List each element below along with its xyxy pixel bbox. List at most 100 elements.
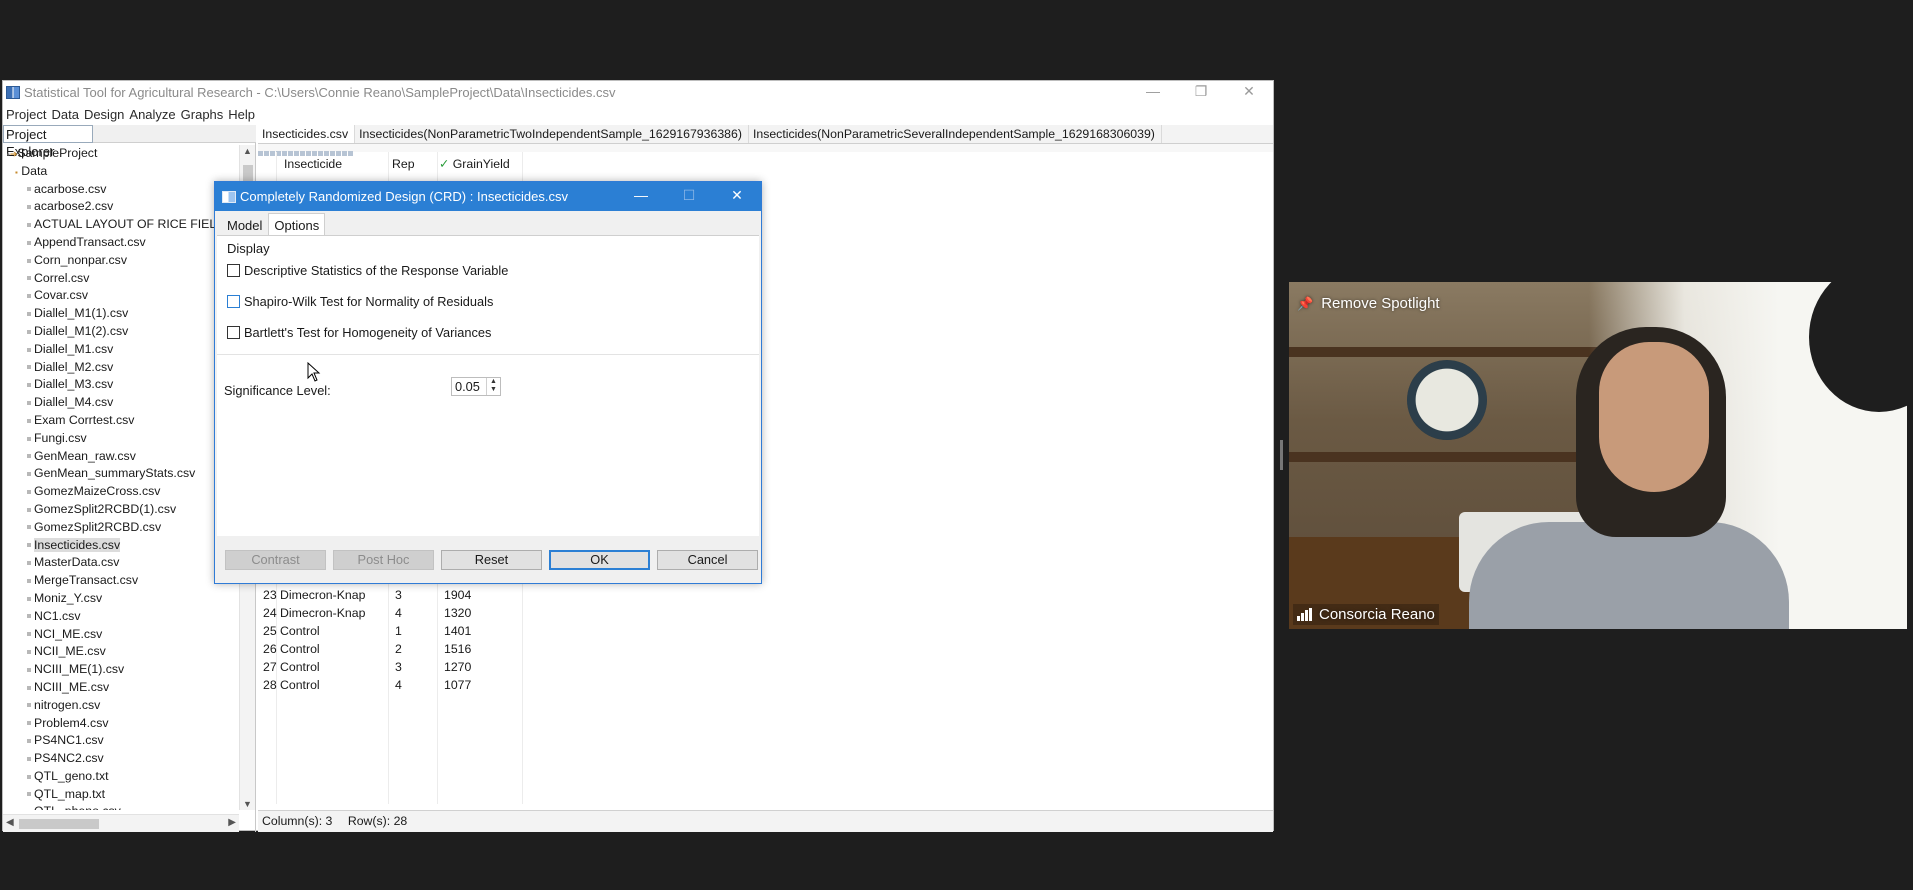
tree-file-item[interactable]: GomezSplit2RCBD.csv	[3, 519, 239, 537]
close-button[interactable]: ✕	[1225, 81, 1273, 103]
column-header-rep[interactable]: Rep	[388, 154, 437, 174]
cell-grainyield[interactable]: 1270	[440, 658, 520, 676]
tree-file-item[interactable]: GomezSplit2RCBD(1).csv	[3, 501, 239, 519]
reset-button[interactable]: Reset	[441, 550, 542, 570]
bartlett-checkbox[interactable]	[227, 326, 240, 339]
bartlett-option[interactable]: Bartlett's Test for Homogeneity of Varia…	[227, 325, 491, 340]
row-number[interactable]: 26	[258, 640, 277, 658]
table-row[interactable]: 25 Control 1 1401	[258, 622, 520, 640]
remove-spotlight-button[interactable]: 📌 Remove Spotlight	[1297, 295, 1440, 312]
tree-file-item[interactable]: NCI_ME.csv	[3, 626, 239, 644]
dialog-close-button[interactable]: ✕	[713, 182, 761, 211]
cell-insecticide[interactable]: Control	[276, 640, 391, 658]
tree-file-item[interactable]: QTL_pheno.csv	[3, 803, 239, 810]
tree-horizontal-scrollbar[interactable]: ◀ ▶	[3, 814, 239, 832]
scroll-left-icon[interactable]: ◀	[6, 817, 14, 828]
tab-nonparametric-several[interactable]: Insecticides(NonParametricSeveralIndepen…	[749, 125, 1162, 143]
tree-file-item[interactable]: GomezMaizeCross.csv	[3, 483, 239, 501]
video-tile[interactable]: 📌 Remove Spotlight Consorcia Reano	[1289, 282, 1907, 629]
tree-folder-data[interactable]: ▪ Data	[3, 163, 239, 181]
cell-insecticide[interactable]: Control	[276, 658, 391, 676]
tree-file-item[interactable]: Fungi.csv	[3, 430, 239, 448]
project-explorer-tab[interactable]: Project Explorer	[3, 125, 93, 159]
cell-rep[interactable]: 2	[391, 640, 440, 658]
tree-file-item[interactable]: Moniz_Y.csv	[3, 590, 239, 608]
cell-grainyield[interactable]: 1320	[440, 604, 520, 622]
tree-file-item[interactable]: NCIII_ME.csv	[3, 679, 239, 697]
dialog-titlebar[interactable]: Completely Randomized Design (CRD) : Ins…	[215, 182, 761, 211]
shapiro-wilk-checkbox[interactable]	[227, 295, 240, 308]
column-header-grainyield[interactable]: ✓ GrainYield	[437, 154, 522, 174]
row-number[interactable]: 24	[258, 604, 277, 622]
menu-analyze[interactable]: Analyze	[129, 107, 175, 122]
tree-file-item[interactable]: PS4NC2.csv	[3, 750, 239, 768]
menu-design[interactable]: Design	[84, 107, 124, 122]
tree-file-item[interactable]: acarbose.csv	[3, 181, 239, 199]
spinner-up-icon[interactable]: ▲	[490, 378, 497, 385]
table-row[interactable]: 24 Dimecron-Knap 4 1320	[258, 604, 520, 622]
spinner-arrows[interactable]: ▲ ▼	[486, 378, 500, 395]
ok-button[interactable]: OK	[549, 550, 650, 570]
cell-insecticide[interactable]: Dimecron-Knap	[276, 586, 391, 604]
cell-rep[interactable]: 1	[391, 622, 440, 640]
tree-root[interactable]: ▪➔SampleProject	[3, 145, 239, 163]
cancel-button[interactable]: Cancel	[657, 550, 758, 570]
tree-file-item[interactable]: MasterData.csv	[3, 554, 239, 572]
tree-file-item[interactable]: Insecticides.csv	[3, 537, 239, 555]
restore-button[interactable]: ❐	[1177, 81, 1225, 103]
tab-nonparametric-two[interactable]: Insecticides(NonParametricTwoIndependent…	[355, 125, 749, 143]
table-row[interactable]: 26 Control 2 1516	[258, 640, 520, 658]
descriptive-stats-checkbox[interactable]	[227, 264, 240, 277]
row-number[interactable]: 23	[258, 586, 277, 604]
tree-file-item[interactable]: Diallel_M1(1).csv	[3, 305, 239, 323]
tree-file-item[interactable]: ACTUAL LAYOUT OF RICE FIELD.c	[3, 216, 239, 234]
cell-grainyield[interactable]: 1401	[440, 622, 520, 640]
significance-level-value[interactable]: 0.05	[452, 378, 486, 395]
contrast-button[interactable]: Contrast	[225, 550, 326, 570]
scroll-right-icon[interactable]: ▶	[228, 817, 236, 828]
tree-file-item[interactable]: QTL_geno.txt	[3, 768, 239, 786]
tree-file-item[interactable]: PS4NC1.csv	[3, 732, 239, 750]
cell-rep[interactable]: 3	[391, 586, 440, 604]
row-number[interactable]: 27	[258, 658, 277, 676]
panel-resize-handle[interactable]	[1280, 440, 1283, 470]
tree-file-item[interactable]: NCIII_ME(1).csv	[3, 661, 239, 679]
tree-file-item[interactable]: Covar.csv	[3, 287, 239, 305]
dialog-minimize-button[interactable]: —	[617, 182, 665, 211]
scroll-thumb[interactable]	[19, 819, 99, 829]
tree-file-item[interactable]: QTL_map.txt	[3, 786, 239, 804]
menu-help[interactable]: Help	[228, 107, 255, 122]
tree-file-item[interactable]: Problem4.csv	[3, 715, 239, 733]
cell-insecticide[interactable]: Control	[276, 676, 391, 694]
tree-file-item[interactable]: NCII_ME.csv	[3, 643, 239, 661]
cell-grainyield[interactable]: 1904	[440, 586, 520, 604]
tree-file-item[interactable]: Diallel_M1.csv	[3, 341, 239, 359]
significance-level-spinner[interactable]: 0.05 ▲ ▼	[451, 377, 501, 396]
tree-file-item[interactable]: Correl.csv	[3, 270, 239, 288]
cell-insecticide[interactable]: Dimecron-Knap	[276, 604, 391, 622]
tree-file-item[interactable]: AppendTransact.csv	[3, 234, 239, 252]
cell-insecticide[interactable]: Control	[276, 622, 391, 640]
cell-grainyield[interactable]: 1516	[440, 640, 520, 658]
post-hoc-button[interactable]: Post Hoc	[333, 550, 434, 570]
tree-file-item[interactable]: Diallel_M2.csv	[3, 359, 239, 377]
table-row[interactable]: 23 Dimecron-Knap 3 1904	[258, 586, 520, 604]
tree-file-item[interactable]: Corn_nonpar.csv	[3, 252, 239, 270]
shapiro-wilk-option[interactable]: Shapiro-Wilk Test for Normality of Resid…	[227, 294, 493, 309]
tree-file-item[interactable]: MergeTransact.csv	[3, 572, 239, 590]
tab-insecticides[interactable]: Insecticides.csv	[258, 125, 356, 143]
tree-file-item[interactable]: Exam Corrtest.csv	[3, 412, 239, 430]
cell-rep[interactable]: 4	[391, 676, 440, 694]
cell-grainyield[interactable]: 1077	[440, 676, 520, 694]
descriptive-stats-option[interactable]: Descriptive Statistics of the Response V…	[227, 263, 508, 278]
tree-file-item[interactable]: Diallel_M4.csv	[3, 394, 239, 412]
scroll-up-icon[interactable]: ▲	[243, 146, 252, 156]
spinner-down-icon[interactable]: ▼	[490, 386, 497, 393]
scroll-down-icon[interactable]: ▼	[243, 799, 252, 809]
tab-model[interactable]: Model	[221, 213, 268, 237]
tab-options[interactable]: Options	[268, 213, 326, 237]
tree-file-item[interactable]: nitrogen.csv	[3, 697, 239, 715]
row-number[interactable]: 25	[258, 622, 277, 640]
row-number[interactable]: 28	[258, 676, 277, 694]
tree-file-item[interactable]: acarbose2.csv	[3, 198, 239, 216]
